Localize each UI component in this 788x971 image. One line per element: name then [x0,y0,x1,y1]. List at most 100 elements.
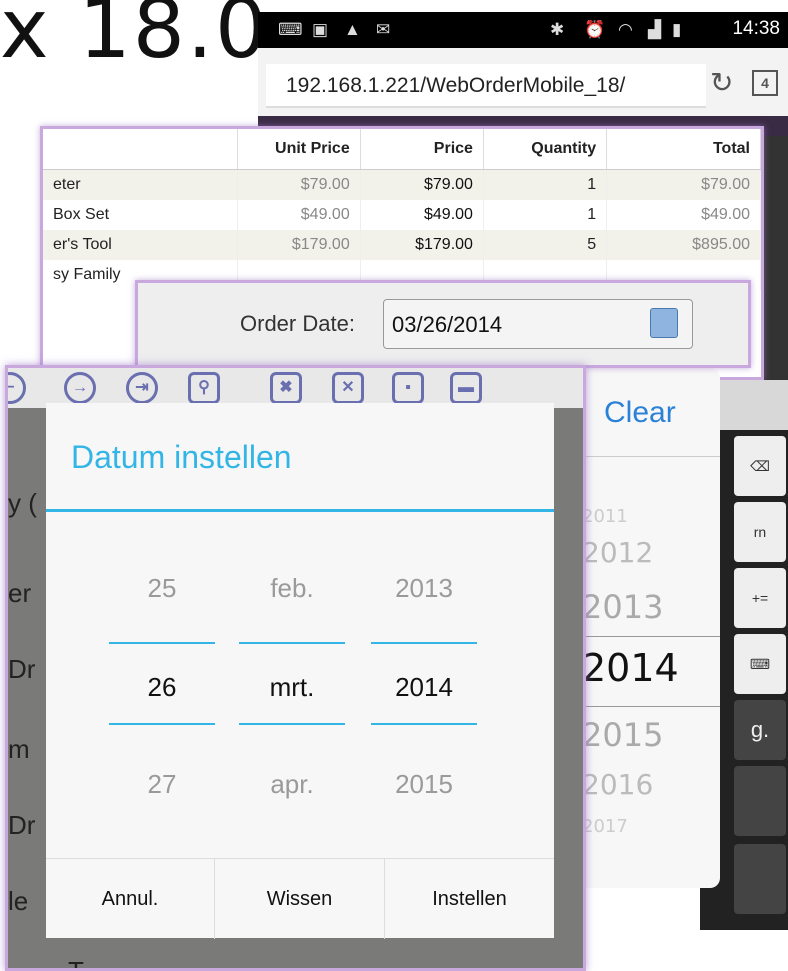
form-label-fragment: T [68,956,84,971]
form-toolbar: − → ⇥ ⚲ ✖ ✕ ▪ ▬ [8,368,583,408]
save-icon[interactable]: ▪ [392,372,424,404]
order-date-label: Order Date: [240,311,355,336]
image-icon: ▣ [312,20,329,39]
selection-line [371,723,477,725]
status-time: 14:38 [732,18,780,39]
warning-icon: ▲ [344,20,361,39]
trash-icon[interactable]: ▬ [450,372,482,404]
url-field[interactable]: 192.168.1.221/WebOrderMobile_18/ [266,64,706,108]
return-key[interactable]: rn [734,502,786,562]
order-date-field[interactable]: 03/26/2014 [383,299,693,349]
year-selected[interactable]: 2014 [582,646,679,690]
unit-price: $179.00 [237,230,361,260]
total: $895.00 [606,230,761,260]
column-header: Total [606,129,761,170]
backspace-key[interactable]: ⌫ [734,436,786,496]
selection-line [580,706,720,707]
year-next[interactable]: 2015 [371,769,477,800]
selection-line [580,636,720,637]
alarm-icon: ⏰ [584,20,606,39]
year-option[interactable]: 2011 [582,506,628,527]
clear-date-button[interactable]: Wissen [215,859,384,939]
table-row[interactable]: eter $79.00 $79.00 1 $79.00 [43,169,761,200]
quantity: 5 [483,230,608,260]
next-icon[interactable]: → [64,372,96,404]
date-picker-dialog: Datum instellen 25 26 27 feb. mrt. apr. … [46,403,554,939]
cancel-icon[interactable]: ✕ [332,372,364,404]
month-current[interactable]: mrt. [239,672,345,703]
form-label-fragment: le [8,886,29,916]
keyboard-icon: ⌨ [278,20,303,39]
item-name: er's Tool [43,230,238,260]
ios-date-picker: Clear 2011 2012 2013 2014 2015 2016 2017 [580,368,720,888]
order-table: Unit Price Price Quantity Total eter $79… [43,129,761,290]
unit-price: $79.00 [237,169,361,200]
form-label-fragment: Dr [8,810,36,840]
key[interactable] [734,766,786,836]
set-button[interactable]: Instellen [385,859,554,939]
year-option[interactable]: 2013 [582,588,663,626]
column-header [43,129,238,170]
battery-icon: ▮ [672,20,682,39]
year-option[interactable]: 2016 [582,768,653,801]
quantity: 1 [483,169,608,200]
item-name: eter [43,169,238,200]
selection-line [371,642,477,644]
order-date-card: Order Date: 03/26/2014 [135,280,751,368]
year-option[interactable]: 2012 [582,536,653,569]
form-label-fragment: er [8,578,32,608]
selection-line [239,642,345,644]
year-option[interactable]: 2015 [582,716,663,754]
clear-button[interactable]: Clear [604,396,676,430]
browser-toolbar: 192.168.1.221/WebOrderMobile_18/ ↻ 4 [258,48,788,117]
title-divider [46,509,554,512]
column-header: Price [360,129,484,170]
year-current[interactable]: 2014 [371,672,477,703]
selection-line [239,723,345,725]
price: $79.00 [360,169,484,200]
reload-icon[interactable]: ↻ [710,66,733,99]
year-prev[interactable]: 2013 [371,573,477,604]
tabs-icon[interactable]: 4 [752,70,778,96]
hide-keyboard-key[interactable]: ⌨ [734,634,786,694]
mail-icon: ✉ [376,20,391,39]
signal-icon: ▟ [648,20,662,39]
table-row[interactable]: Box Set $49.00 $49.00 1 $49.00 [43,200,761,230]
search-icon[interactable]: ⚲ [188,372,220,404]
day-next[interactable]: 27 [109,769,215,800]
previous-icon[interactable]: − [8,372,26,404]
delete-record-icon[interactable]: ✖ [270,372,302,404]
month-next[interactable]: apr. [239,769,345,800]
symbols-key[interactable]: += [734,568,786,628]
day-current[interactable]: 26 [109,672,215,703]
column-header: Quantity [483,129,608,170]
dialog-title: Datum instellen [71,439,292,475]
quantity: 1 [483,200,608,230]
divider [580,456,720,457]
page-title: x 18.0 [0,0,270,77]
calendar-icon[interactable] [650,308,678,338]
day-prev[interactable]: 25 [109,573,215,604]
form-label-fragment: Dr [8,654,36,684]
form-label-fragment: m [8,734,30,764]
form-label-fragment: y ( [8,488,37,518]
selection-line [109,642,215,644]
total: $79.00 [606,169,761,200]
month-prev[interactable]: feb. [239,573,345,604]
key[interactable] [734,844,786,914]
bluetooth-icon: ✱ [550,20,565,39]
status-bar: ⌨ ▣ ▲ ✉ ✱ ⏰ ◠ ▟ ▮ 14:38 [258,12,788,48]
cancel-button[interactable]: Annul. [46,859,214,939]
year-option[interactable]: 2017 [582,816,628,837]
g-key[interactable]: g. [734,700,786,760]
column-header: Unit Price [237,129,361,170]
android-screenshot: − → ⇥ ⚲ ✖ ✕ ▪ ▬ y ( er Dr m Dr le T Datu… [5,365,586,971]
last-icon[interactable]: ⇥ [126,372,158,404]
price: $49.00 [360,200,484,230]
table-row[interactable]: er's Tool $179.00 $179.00 5 $895.00 [43,230,761,260]
wifi-icon: ◠ [618,20,633,39]
dialog-button-bar: Annul. Wissen Instellen [46,858,554,939]
total: $49.00 [606,200,761,230]
price: $179.00 [360,230,484,260]
item-name: Box Set [43,200,238,230]
